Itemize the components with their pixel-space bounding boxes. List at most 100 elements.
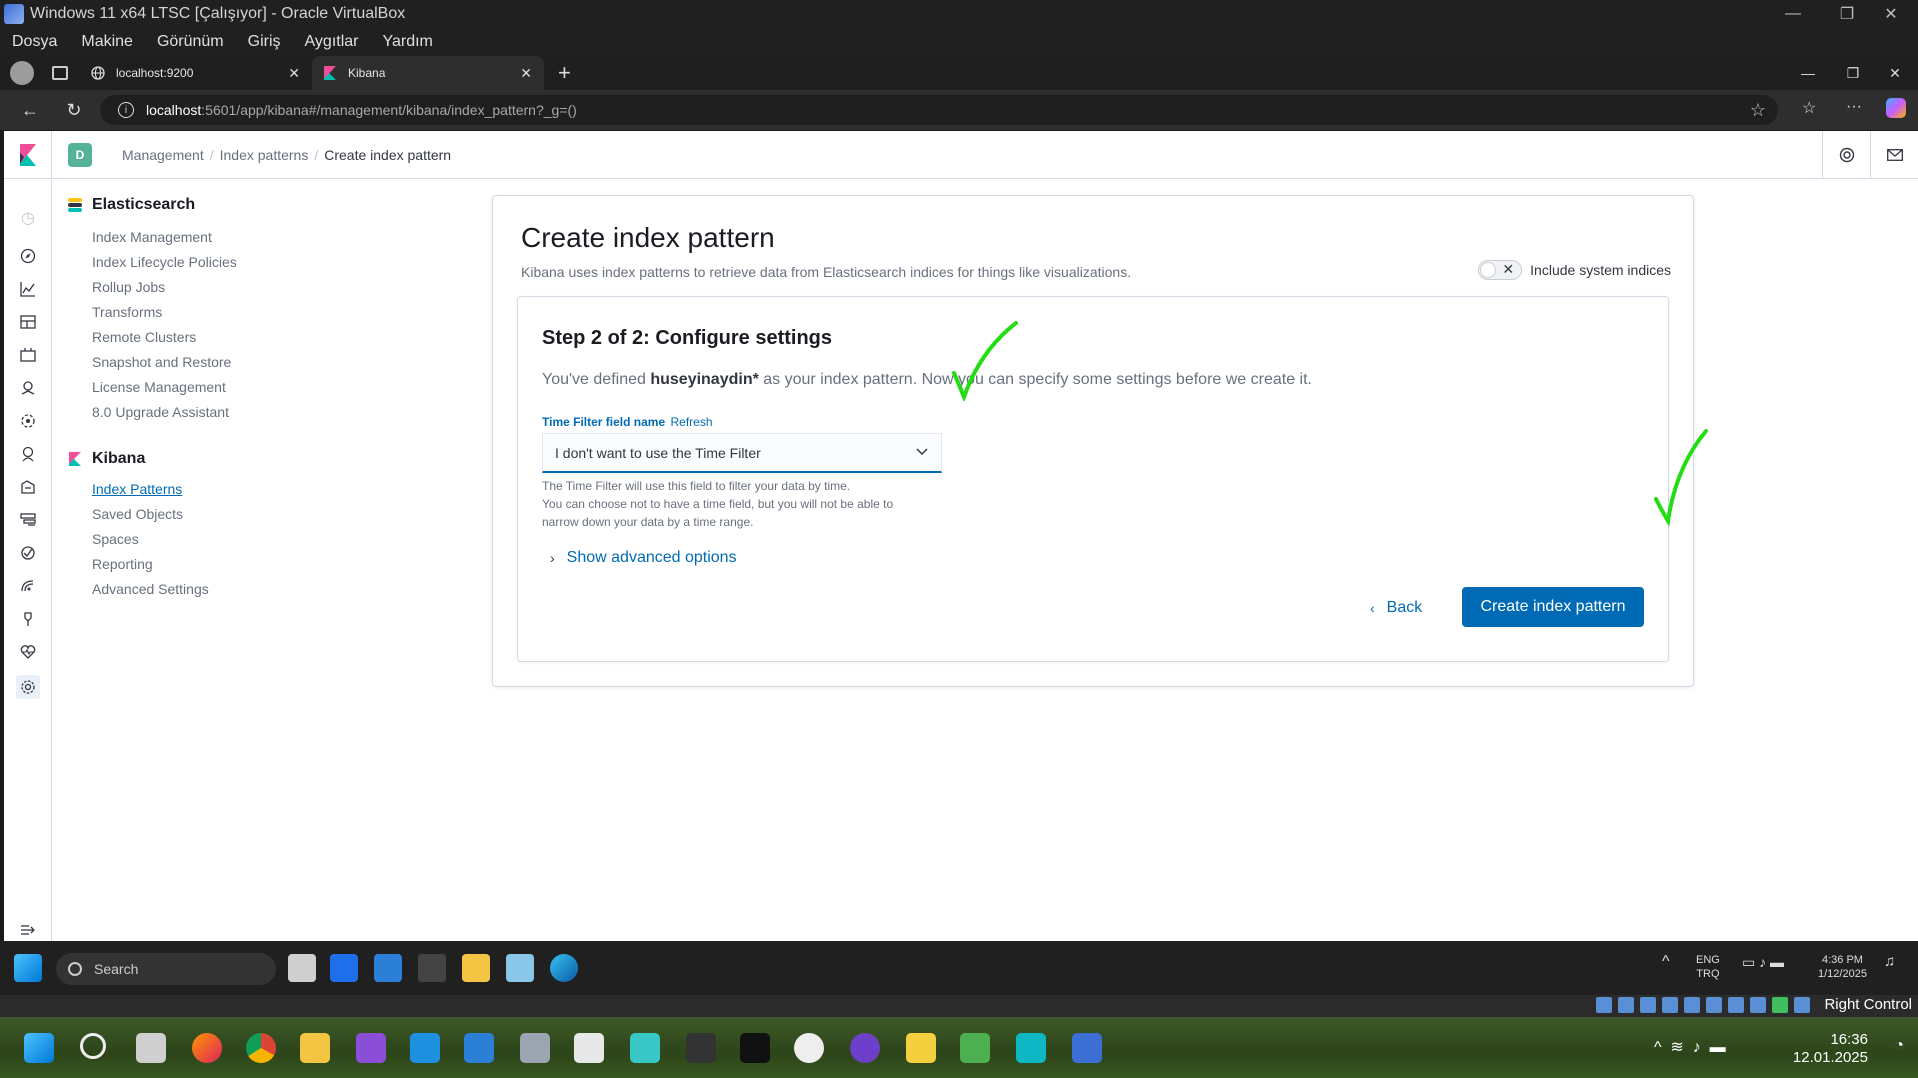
refresh-link[interactable]: Refresh	[671, 415, 713, 429]
guest-clock[interactable]: 4:36 PM 1/12/2025	[1818, 953, 1867, 981]
vbox-disk-icon[interactable]	[1596, 997, 1612, 1013]
apm-icon[interactable]	[18, 510, 38, 530]
host-task-view-icon[interactable]	[136, 1033, 166, 1063]
app-icon[interactable]	[506, 954, 534, 982]
app-icon[interactable]	[1016, 1033, 1046, 1063]
help-icon[interactable]	[1822, 131, 1870, 179]
kibana-logo-icon[interactable]	[4, 130, 52, 179]
menu-yardim[interactable]: Yardım	[370, 33, 444, 51]
nav-index-patterns[interactable]: Index Patterns	[68, 477, 368, 502]
nav-saved-objects[interactable]: Saved Objects	[68, 502, 368, 527]
nav-rollup-jobs[interactable]: Rollup Jobs	[68, 275, 368, 300]
tray-overflow-icon[interactable]: ^	[1662, 954, 1670, 970]
vbox-optical-icon[interactable]	[1618, 997, 1634, 1013]
nav-spaces[interactable]: Spaces	[68, 527, 368, 552]
menu-giris[interactable]: Giriş	[236, 33, 293, 51]
show-advanced-options-button[interactable]: › Show advanced options	[550, 549, 737, 567]
siem-icon[interactable]	[18, 576, 38, 596]
close-tab-icon[interactable]: ✕	[520, 65, 532, 82]
logs-icon[interactable]	[18, 477, 38, 497]
back-arrow-icon[interactable]: ←	[16, 100, 44, 121]
maps-icon[interactable]	[18, 378, 38, 398]
nav-index-management[interactable]: Index Management	[68, 225, 368, 250]
nav-index-lifecycle-policies[interactable]: Index Lifecycle Policies	[68, 250, 368, 275]
include-system-indices-toggle[interactable]: ✕ Include system indices	[1478, 260, 1671, 280]
mail-icon[interactable]	[1870, 131, 1918, 179]
time-filter-select[interactable]: I don't want to use the Time Filter	[542, 433, 942, 473]
vbox-keyboard-icon[interactable]	[1794, 997, 1810, 1013]
host-notification-icon[interactable]: ◔	[1894, 1037, 1904, 1055]
browser-close-icon[interactable]: ✕	[1872, 56, 1918, 90]
close-tab-icon[interactable]: ✕	[288, 65, 300, 82]
ml-icon[interactable]	[18, 411, 38, 431]
nav-license-management[interactable]: License Management	[68, 375, 368, 400]
vbox-recording-icon[interactable]	[1728, 997, 1744, 1013]
vscode-icon[interactable]	[410, 1033, 440, 1063]
cmd-icon[interactable]	[740, 1033, 770, 1063]
recent-icon[interactable]: ◷	[18, 208, 38, 228]
nav-transforms[interactable]: Transforms	[68, 300, 368, 325]
create-index-pattern-button[interactable]: Create index pattern	[1462, 587, 1644, 627]
vbox-network-icon[interactable]	[1640, 997, 1656, 1013]
menu-aygitlar[interactable]: Aygıtlar	[293, 33, 371, 51]
toggle-switch[interactable]: ✕	[1478, 260, 1523, 280]
visualize-icon[interactable]	[18, 279, 38, 299]
new-tab-icon[interactable]: +	[558, 60, 571, 86]
nav-remote-clusters[interactable]: Remote Clusters	[68, 325, 368, 350]
github-desktop-icon[interactable]	[850, 1033, 880, 1063]
snipping-tool-icon[interactable]	[574, 1033, 604, 1063]
dev-tools-icon[interactable]	[18, 609, 38, 629]
copilot-icon[interactable]	[1886, 98, 1906, 118]
vbox-usb-icon[interactable]	[1662, 997, 1678, 1013]
minimize-icon[interactable]: —	[1770, 0, 1816, 28]
browser-restore-icon[interactable]: ❐	[1830, 56, 1876, 90]
notification-bell-icon[interactable]: ♫	[1884, 954, 1895, 969]
tab-kibana[interactable]: Kibana ✕	[312, 56, 544, 90]
monitoring-icon[interactable]	[18, 642, 38, 662]
infrastructure-icon[interactable]	[18, 444, 38, 464]
favorites-icon[interactable]: ☆	[1802, 98, 1816, 118]
vbox-shared-folder-icon[interactable]	[1684, 997, 1700, 1013]
network-volume-battery-icons[interactable]: ▭ ♪ ▬	[1742, 955, 1784, 969]
host-tray-icons[interactable]: ^ ≋ ♪ ▬	[1654, 1037, 1726, 1057]
collapse-nav-icon[interactable]	[18, 920, 38, 940]
host-terminal-icon[interactable]	[686, 1033, 716, 1063]
favorite-star-icon[interactable]: ☆	[1750, 100, 1766, 121]
photos-icon[interactable]	[374, 954, 402, 982]
spreadsheet-icon[interactable]	[960, 1033, 990, 1063]
reload-icon[interactable]: ↻	[60, 100, 88, 121]
space-avatar[interactable]: D	[68, 142, 92, 167]
url-field[interactable]: i localhost :5601/app/kibana#/management…	[100, 95, 1778, 125]
start-icon[interactable]	[14, 954, 42, 982]
virtualbox-taskbar-icon[interactable]	[1072, 1033, 1102, 1063]
edge-icon[interactable]	[550, 954, 578, 982]
task-view-icon[interactable]	[288, 954, 316, 982]
language-indicator[interactable]: ENG TRQ	[1696, 953, 1720, 981]
firefox-icon[interactable]	[192, 1033, 222, 1063]
host-photos-icon[interactable]	[464, 1033, 494, 1063]
defender-icon[interactable]	[330, 954, 358, 982]
tab-localhost-9200[interactable]: localhost:9200 ✕	[80, 56, 312, 90]
menu-makine[interactable]: Makine	[69, 33, 145, 51]
tab-actions-icon[interactable]	[52, 66, 68, 80]
site-info-icon[interactable]: i	[118, 102, 134, 118]
menu-gorunum[interactable]: Görünüm	[145, 33, 236, 51]
postgres-icon[interactable]	[794, 1033, 824, 1063]
nav-reporting[interactable]: Reporting	[68, 552, 368, 577]
restore-icon[interactable]: ❐	[1824, 0, 1870, 28]
nav-advanced-settings[interactable]: Advanced Settings	[68, 577, 368, 602]
vbox-display-icon[interactable]	[1706, 997, 1722, 1013]
taskbar-search[interactable]: Search	[56, 953, 276, 985]
vbox-mouse-icon[interactable]	[1772, 997, 1788, 1013]
uptime-icon[interactable]	[18, 543, 38, 563]
terminal-icon[interactable]	[418, 954, 446, 982]
breadcrumb-index-patterns[interactable]: Index patterns	[220, 147, 309, 163]
host-start-icon[interactable]	[24, 1033, 54, 1063]
management-gear-icon[interactable]	[16, 675, 40, 699]
browser-minimize-icon[interactable]: —	[1785, 56, 1831, 90]
host-clock[interactable]: 16:36 12.01.2025	[1793, 1031, 1868, 1067]
chrome-icon[interactable]	[246, 1033, 276, 1063]
visual-studio-icon[interactable]	[356, 1033, 386, 1063]
nav-upgrade-assistant[interactable]: 8.0 Upgrade Assistant	[68, 400, 368, 425]
host-search-icon[interactable]	[80, 1033, 106, 1059]
